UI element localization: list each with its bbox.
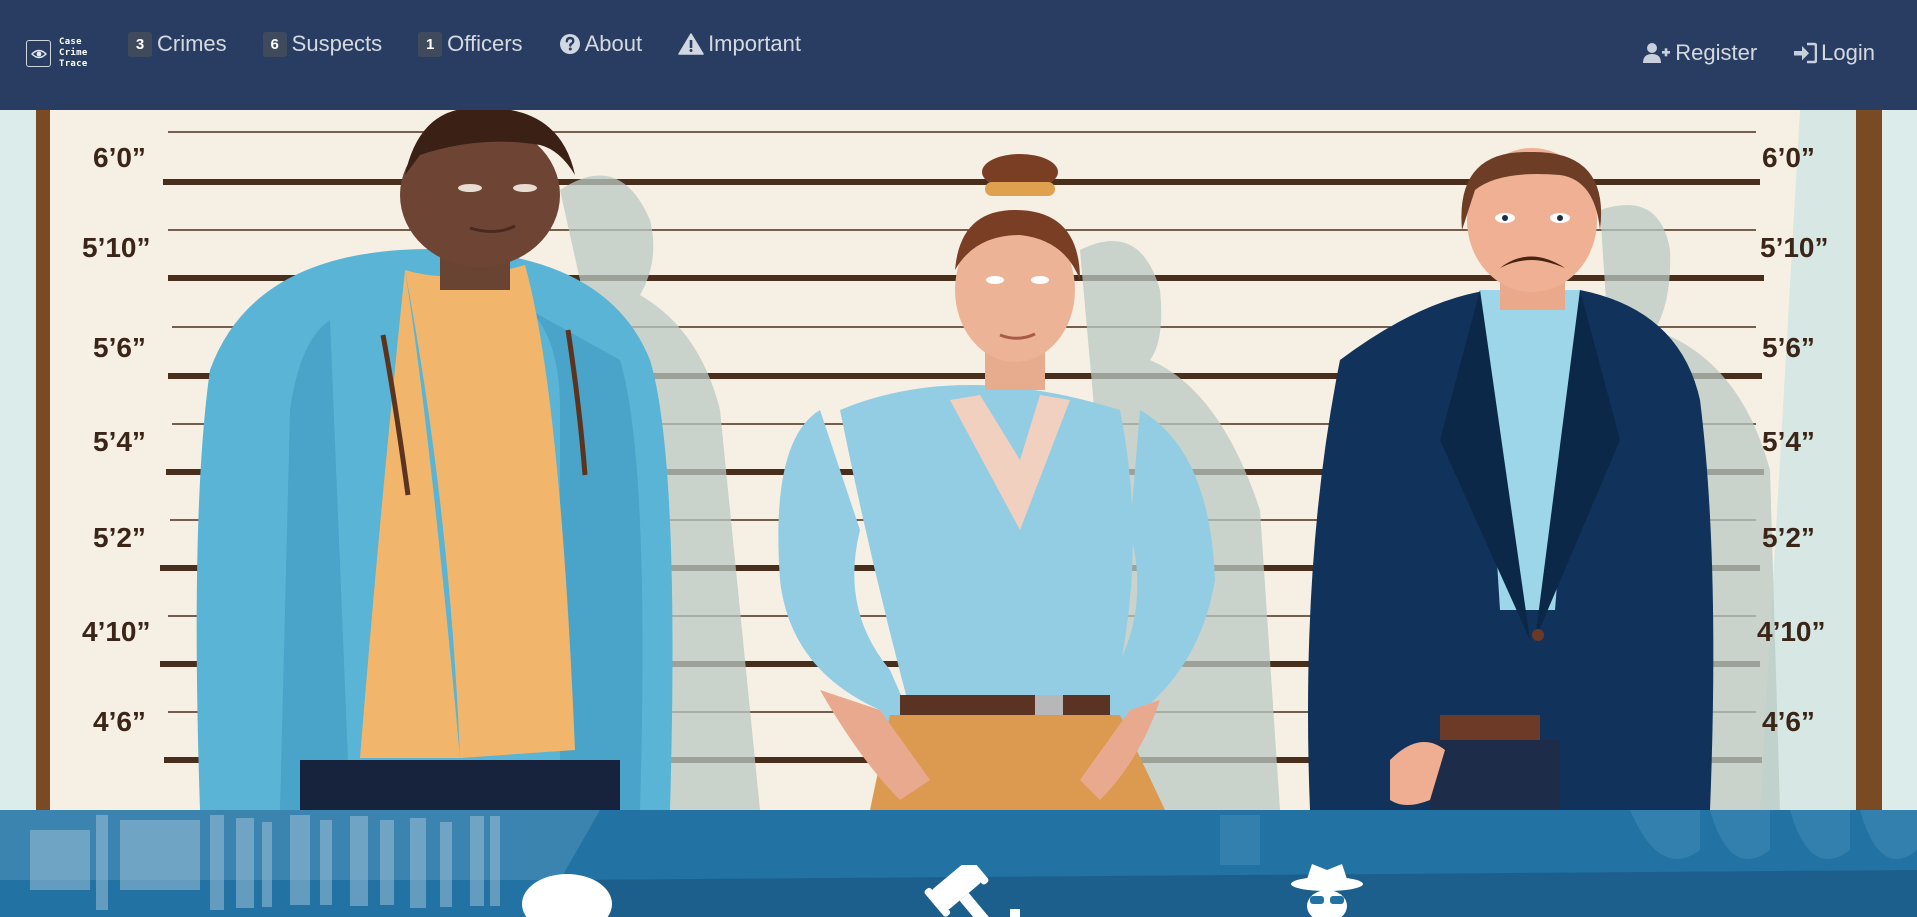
gavel-icon (920, 855, 1030, 917)
nav-crimes-label: Crimes (157, 31, 227, 56)
height-label-right: 5’2” (1762, 522, 1815, 553)
speech-bubble-icon (520, 870, 614, 917)
height-label-right: 5’4” (1762, 426, 1815, 457)
brand-name: Case Crime Trace (59, 37, 88, 70)
navbar: Case Crime Trace 3 Crimes 6 Suspects 1 O… (0, 0, 1917, 110)
detective-icon (1290, 862, 1364, 917)
crimes-count-badge: 3 (128, 31, 152, 57)
brand-line-2: Crime (59, 48, 88, 58)
eye-logo-icon (26, 40, 51, 67)
register-label: Register (1675, 40, 1758, 65)
nav-important-label: Important (708, 31, 801, 56)
brand-link[interactable]: Case Crime Trace (26, 37, 88, 70)
height-label-right: 6’0” (1762, 142, 1815, 173)
main-nav: 3 Crimes 6 Suspects 1 Officers About Imp… (128, 30, 837, 58)
login-label: Login (1821, 40, 1875, 65)
height-label-left: 4’10” (82, 616, 151, 647)
height-label-left: 4’6” (93, 706, 146, 737)
height-label-right: 5’10” (1760, 232, 1829, 263)
login-link[interactable]: Login (1793, 39, 1875, 67)
brand-line-1: Case (59, 37, 82, 47)
officers-count-badge: 1 (418, 31, 443, 57)
height-label-right: 4’10” (1757, 616, 1826, 647)
suspects-count-badge: 6 (262, 31, 287, 57)
warning-triangle-icon (678, 33, 704, 55)
nav-important[interactable]: Important (678, 30, 801, 58)
user-plus-icon (1643, 42, 1671, 64)
height-label-left: 5’6” (93, 332, 146, 363)
feature-band (0, 810, 1917, 917)
nav-about-label: About (584, 31, 643, 56)
register-link[interactable]: Register (1643, 39, 1757, 67)
question-circle-icon (559, 33, 581, 55)
nav-about[interactable]: About (559, 30, 643, 58)
lineup-hero-image: 6’0” 5’10” 5’6” 5’4” 5’2” 4’10” 4’6” 6’0… (0, 110, 1917, 810)
nav-officers-label: Officers (447, 31, 523, 56)
sign-in-icon (1793, 42, 1818, 64)
nav-suspects-label: Suspects (291, 31, 383, 56)
height-label-right: 4’6” (1762, 706, 1815, 737)
auth-nav: Register Login (1607, 39, 1875, 67)
height-label-right: 5’6” (1762, 332, 1815, 363)
lineup-illustration (0, 110, 1917, 810)
height-label-left: 5’2” (93, 522, 146, 553)
height-label-left: 6’0” (93, 142, 146, 173)
brand-line-3: Trace (59, 59, 88, 69)
nav-crimes[interactable]: 3 Crimes (128, 30, 227, 58)
height-label-left: 5’10” (82, 232, 151, 263)
nav-suspects[interactable]: 6 Suspects (262, 30, 383, 58)
nav-officers[interactable]: 1 Officers (418, 30, 523, 58)
height-label-left: 5’4” (93, 426, 146, 457)
